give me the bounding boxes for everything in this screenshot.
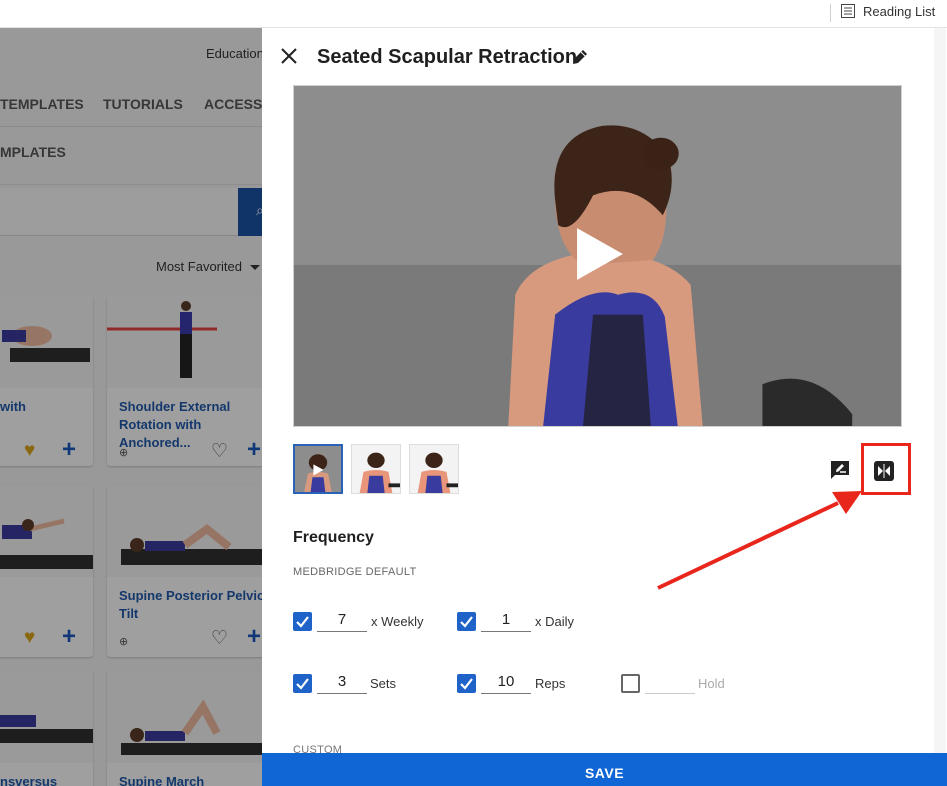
hold-label: Hold (698, 676, 725, 691)
modal-backdrop[interactable] (0, 28, 262, 786)
frequency-heading: Frequency (293, 529, 374, 546)
page-title: Seated Scapular Retraction (317, 46, 578, 68)
reps-label: Reps (535, 676, 566, 691)
checkmark-icon (460, 616, 473, 628)
checkmark-icon (296, 616, 309, 628)
thumbnail-image-1[interactable] (351, 444, 401, 494)
annotation-highlight-box (861, 443, 911, 495)
checkmark-icon (296, 678, 309, 690)
thumbnail-image-2[interactable] (409, 444, 459, 494)
hold-checkbox[interactable] (621, 674, 640, 693)
save-button[interactable]: SAVE (262, 753, 947, 786)
close-icon[interactable] (279, 46, 299, 66)
weekly-label: x Weekly (371, 614, 424, 629)
sets-input[interactable]: 3 (317, 672, 367, 694)
daily-label: x Daily (535, 614, 575, 629)
reps-checkbox[interactable] (457, 674, 476, 693)
exercise-video[interactable] (293, 85, 902, 427)
daily-input[interactable]: 1 (481, 610, 531, 632)
video-frame (294, 86, 901, 426)
thumbnail-video[interactable] (293, 444, 343, 494)
exercise-detail-panel: Seated Scapular Retraction Frequency MED… (262, 28, 947, 786)
hold-input[interactable] (645, 672, 695, 694)
edit-note-icon[interactable] (830, 460, 850, 480)
toolbar-separator (830, 4, 831, 22)
browser-toolbar: Reading List (0, 0, 947, 28)
checkmark-icon (460, 678, 473, 690)
reading-list-label: Reading List (863, 3, 936, 19)
weekly-checkbox[interactable] (293, 612, 312, 631)
sets-label: Sets (370, 676, 397, 691)
frequency-subheading: MEDBRIDGE DEFAULT (293, 566, 417, 578)
reading-list-button[interactable]: Reading List (841, 2, 935, 20)
scrollbar-track[interactable] (934, 28, 946, 753)
weekly-input[interactable]: 7 (317, 610, 367, 632)
sets-checkbox[interactable] (293, 674, 312, 693)
reps-input[interactable]: 10 (481, 672, 531, 694)
pencil-icon[interactable] (570, 47, 590, 67)
reading-list-icon (841, 4, 855, 18)
daily-checkbox[interactable] (457, 612, 476, 631)
